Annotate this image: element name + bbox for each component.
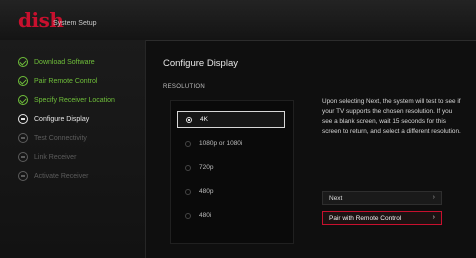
step-link-receiver: Link Receiver bbox=[18, 149, 76, 165]
next-button[interactable]: Next › bbox=[322, 191, 442, 205]
step-label: Activate Receiver bbox=[34, 172, 89, 180]
radio-icon bbox=[185, 140, 191, 147]
step-pair-remote-control: Pair Remote Control bbox=[18, 73, 97, 89]
setup-steps-sidebar: Download Software Pair Remote Control Sp… bbox=[0, 40, 146, 258]
step-label: Download Software bbox=[34, 58, 95, 66]
radio-icon bbox=[185, 188, 191, 195]
pair-remote-button[interactable]: Pair with Remote Control › bbox=[322, 211, 442, 225]
next-button-label: Next bbox=[329, 194, 343, 202]
step-label: Specify Receiver Location bbox=[34, 96, 115, 104]
resolution-section-label: RESOLUTION bbox=[163, 84, 206, 90]
resolution-label: 1080p or 1080i bbox=[199, 140, 243, 147]
header-bar: dish System Setup bbox=[0, 0, 476, 41]
step-label: Link Receiver bbox=[34, 153, 77, 161]
resolution-list: 4K 1080p or 1080i 720p 480p 480i bbox=[170, 100, 294, 244]
system-setup-screen: dish System Setup Download Software Pair… bbox=[0, 0, 476, 258]
resolution-option-4k[interactable]: 4K bbox=[177, 111, 285, 128]
resolution-option-480i[interactable]: 480i bbox=[177, 207, 285, 224]
step-specify-receiver-location: Specify Receiver Location bbox=[18, 92, 115, 108]
resolution-label: 720p bbox=[199, 164, 214, 171]
radio-icon bbox=[185, 164, 191, 171]
minus-circle-icon bbox=[18, 114, 28, 124]
minus-circle-icon bbox=[18, 152, 28, 162]
pair-remote-button-label: Pair with Remote Control bbox=[329, 214, 402, 222]
page-title: Configure Display bbox=[163, 58, 238, 69]
resolution-option-480p[interactable]: 480p bbox=[177, 183, 285, 200]
resolution-label: 480p bbox=[199, 188, 214, 195]
resolution-label: 4K bbox=[200, 116, 208, 123]
step-configure-display: Configure Display bbox=[18, 111, 89, 127]
check-circle-icon bbox=[18, 95, 28, 105]
resolution-option-720p[interactable]: 720p bbox=[177, 159, 285, 176]
minus-circle-icon bbox=[18, 171, 28, 181]
chevron-right-icon: › bbox=[432, 214, 435, 221]
chevron-right-icon: › bbox=[432, 194, 435, 201]
minus-circle-icon bbox=[18, 133, 28, 143]
step-activate-receiver: Activate Receiver bbox=[18, 168, 88, 184]
step-test-connectivity: Test Connectivity bbox=[18, 130, 87, 146]
step-label: Pair Remote Control bbox=[34, 77, 98, 85]
header-title: System Setup bbox=[53, 20, 97, 27]
radio-selected-icon bbox=[186, 116, 192, 123]
check-circle-icon bbox=[18, 76, 28, 86]
step-label: Test Connectivity bbox=[34, 134, 87, 142]
resolution-help-text: Upon selecting Next, the system will tes… bbox=[322, 98, 461, 135]
resolution-label: 480i bbox=[199, 212, 212, 219]
step-download-software: Download Software bbox=[18, 54, 95, 70]
step-label: Configure Display bbox=[34, 115, 90, 123]
check-circle-icon bbox=[18, 57, 28, 67]
resolution-option-1080[interactable]: 1080p or 1080i bbox=[177, 135, 285, 152]
radio-icon bbox=[185, 212, 191, 219]
